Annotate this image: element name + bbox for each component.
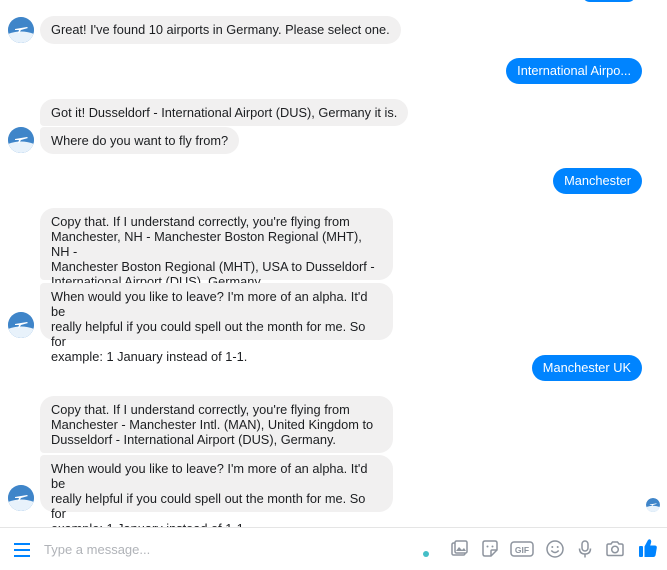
message-input[interactable] (44, 539, 404, 559)
bot-avatar (8, 312, 34, 338)
presence-dot (423, 551, 429, 557)
message-line: really helpful if you could spell out th… (51, 319, 366, 349)
gif-icon[interactable]: GIF (510, 539, 534, 559)
plane-icon (646, 498, 660, 512)
bot-message: Copy that. If I understand correctly, yo… (40, 208, 393, 289)
plane-icon (8, 17, 34, 43)
bot-avatar (8, 17, 34, 43)
message-line: When would you like to leave? I'm more o… (51, 289, 368, 319)
message-text: Where do you want to fly from? (51, 133, 229, 148)
message-line: When would you like to leave? I'm more o… (51, 461, 368, 491)
bot-message: Got it! Dusseldorf - International Airpo… (40, 99, 409, 126)
previous-message-edge (582, 0, 636, 2)
message-line: Copy that. If I understand correctly, yo… (51, 402, 350, 417)
bot-message: Where do you want to fly from? (40, 127, 240, 154)
message-text: International Airpo... (517, 63, 631, 78)
message-line: Dusseldorf - International Airport (DUS)… (51, 432, 336, 447)
image-icon[interactable] (449, 539, 469, 559)
bot-avatar (8, 127, 34, 153)
bot-message: Copy that. If I understand correctly, yo… (40, 396, 393, 453)
user-message[interactable]: Manchester UK (531, 355, 642, 381)
message-text: Manchester UK (542, 360, 631, 375)
message-text: Manchester (564, 173, 631, 188)
message-line: Copy that. If I understand correctly, yo… (51, 214, 350, 229)
message-text: Got it! Dusseldorf - International Airpo… (51, 105, 398, 120)
bot-message: When would you like to leave? I'm more o… (40, 283, 393, 364)
message-line: Manchester Boston Regional (MHT), USA to… (51, 259, 375, 274)
plane-icon (8, 127, 34, 153)
camera-icon[interactable] (605, 539, 625, 559)
svg-text:GIF: GIF (515, 545, 529, 555)
message-line: example: 1 January instead of 1-1. (51, 349, 248, 364)
message-line: Manchester - Manchester Intl. (MAN), Uni… (51, 417, 374, 432)
plane-icon (8, 312, 34, 338)
message-text: Great! I've found 10 airports in Germany… (51, 22, 390, 37)
seen-receipt-avatar (646, 498, 660, 512)
microphone-icon[interactable] (575, 539, 595, 559)
menu-icon[interactable] (12, 540, 32, 560)
bot-message: Great! I've found 10 airports in Germany… (40, 16, 401, 44)
user-message[interactable]: International Airpo... (506, 58, 642, 84)
message-composer: GIF (0, 527, 667, 570)
sticker-icon[interactable] (480, 539, 500, 559)
user-message[interactable]: Manchester (553, 168, 642, 194)
message-line: really helpful if you could spell out th… (51, 491, 366, 521)
bot-avatar (8, 485, 34, 511)
bot-message: When would you like to leave? I'm more o… (40, 455, 393, 536)
plane-icon (8, 485, 34, 511)
emoji-icon[interactable] (545, 539, 565, 559)
message-line: Manchester, NH - Manchester Boston Regio… (51, 229, 362, 259)
thumbs-up-icon[interactable] (637, 537, 659, 559)
